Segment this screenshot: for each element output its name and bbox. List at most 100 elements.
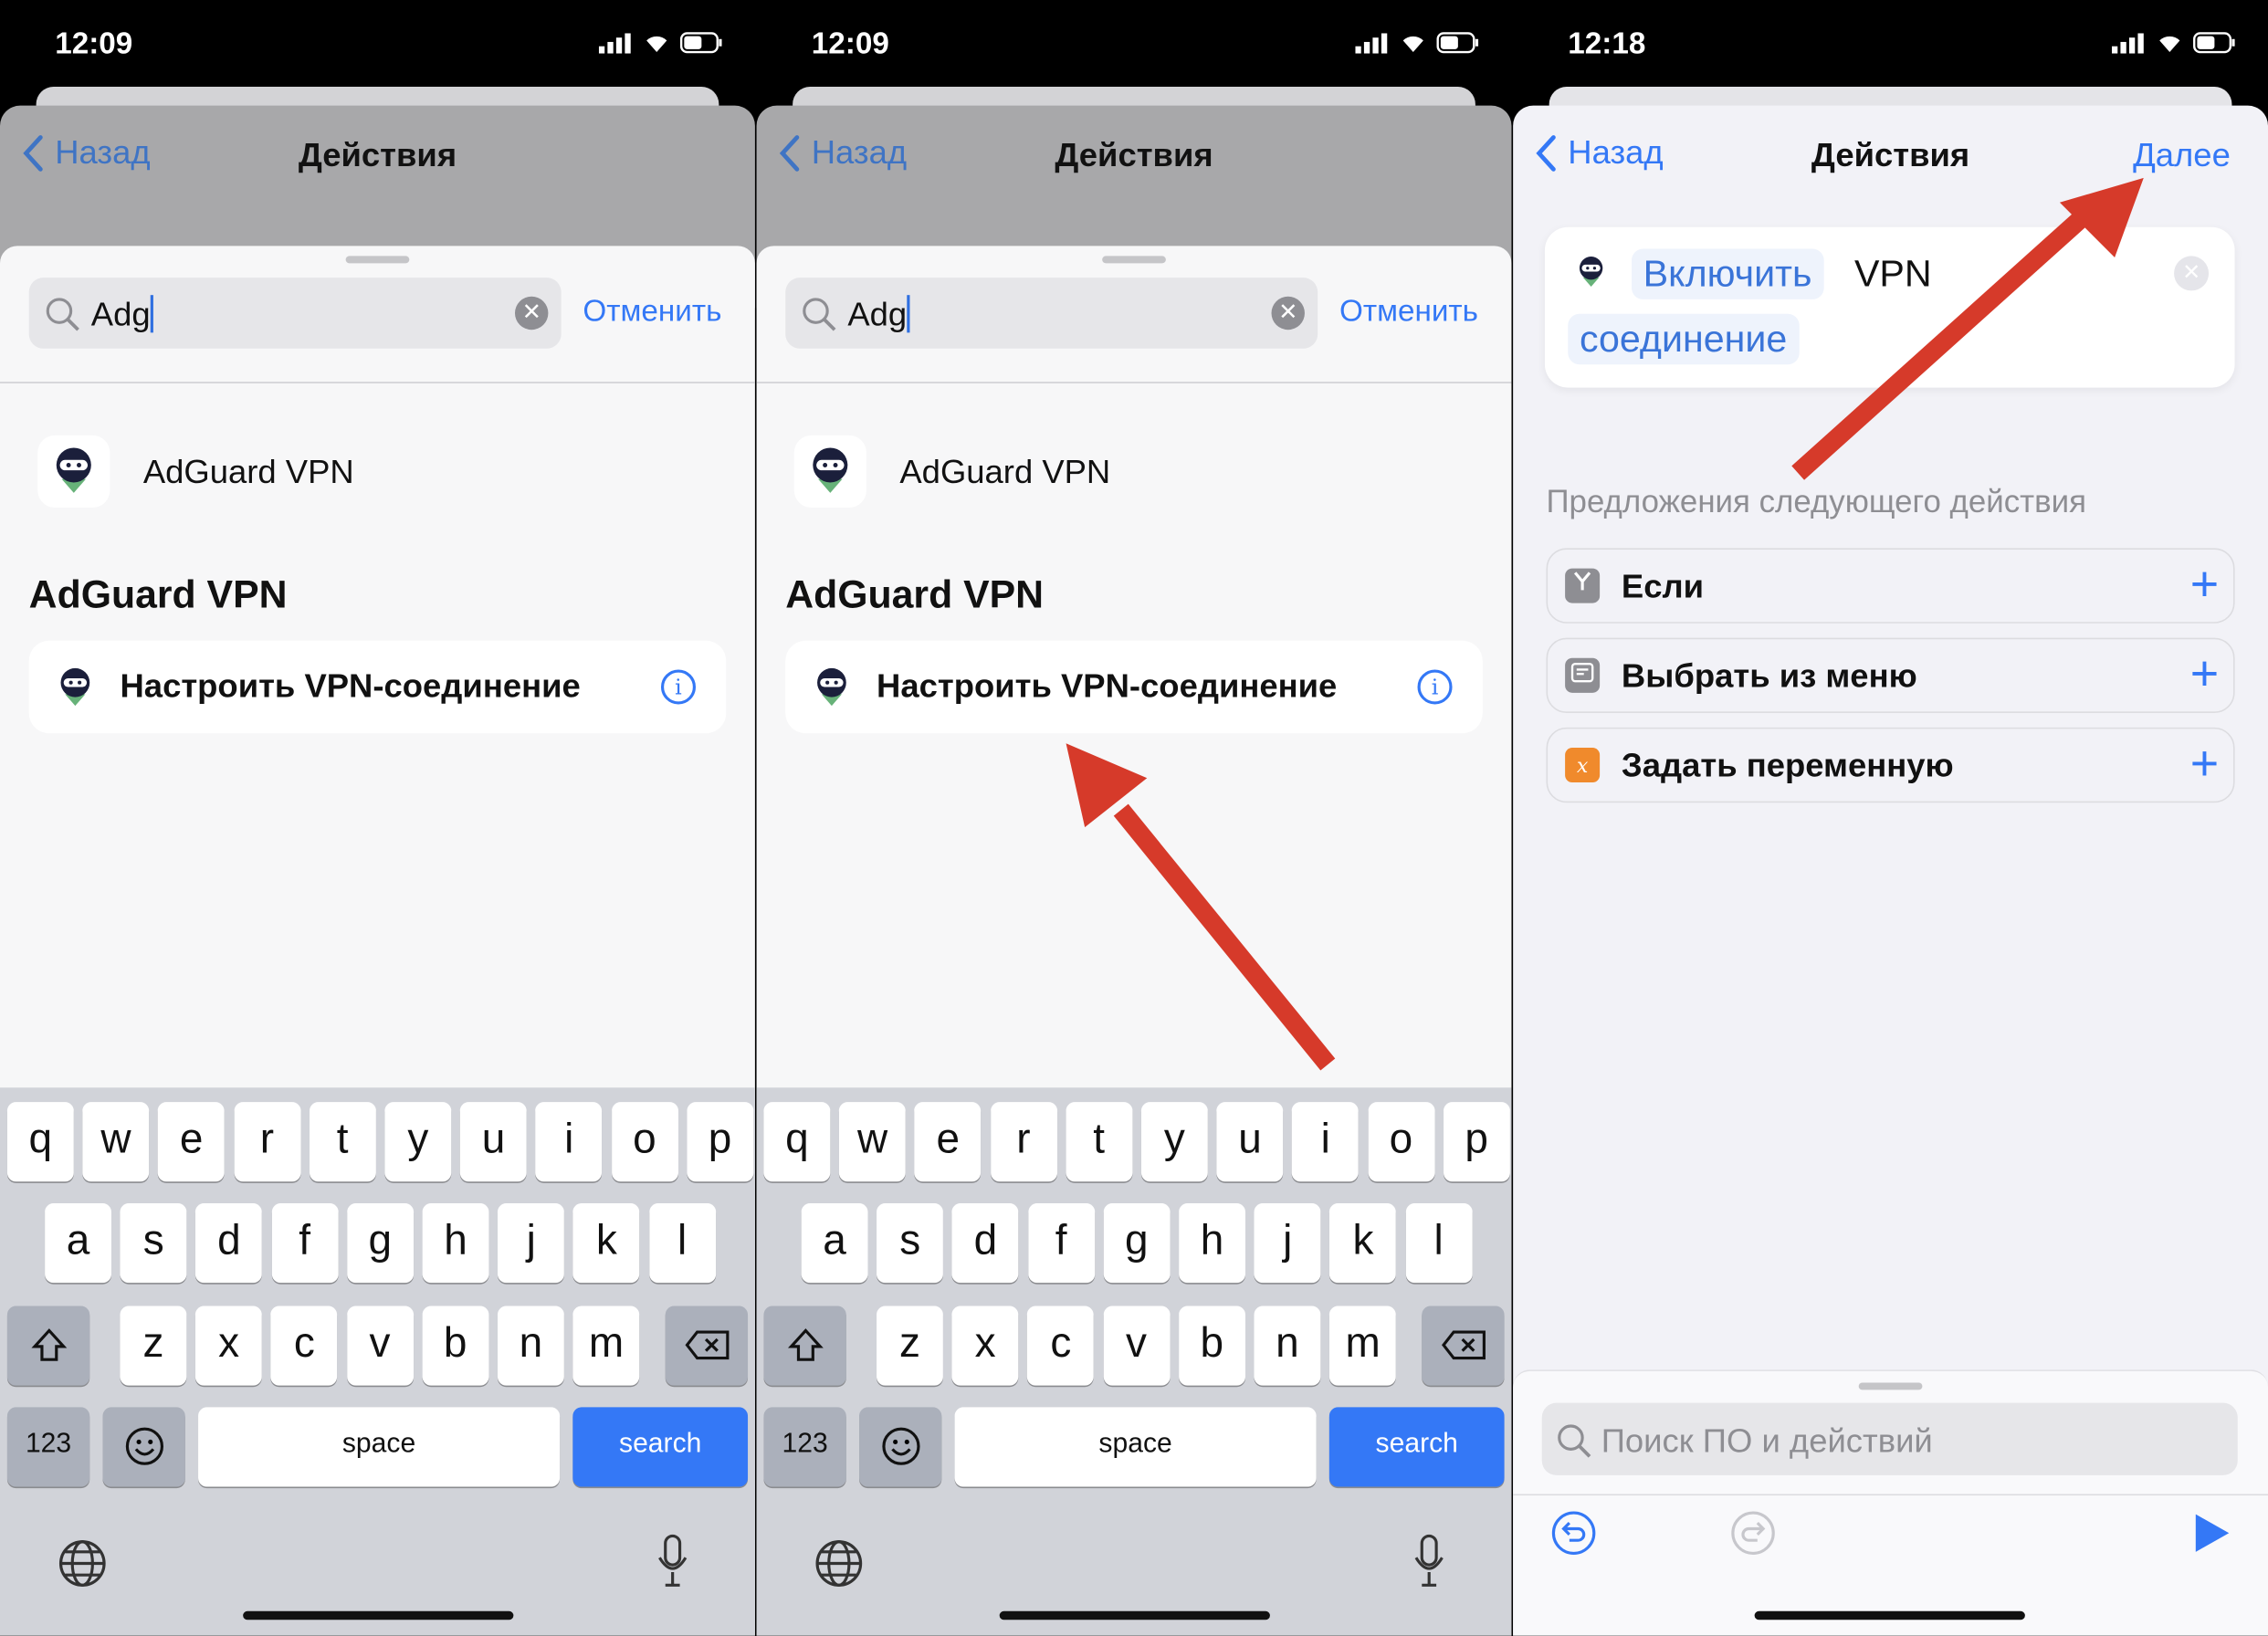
key-e[interactable]: e xyxy=(914,1102,982,1182)
add-icon[interactable]: + xyxy=(2190,555,2219,613)
key-k[interactable]: k xyxy=(1329,1203,1397,1284)
globe-icon[interactable] xyxy=(814,1539,864,1589)
key-k[interactable]: k xyxy=(572,1203,640,1284)
key-b[interactable]: b xyxy=(422,1306,489,1386)
key-r[interactable]: r xyxy=(233,1102,300,1182)
space-key[interactable]: space xyxy=(198,1407,561,1487)
key-p[interactable]: p xyxy=(1443,1102,1510,1182)
action-result[interactable]: Настроить VPN-соединение i xyxy=(785,640,1483,734)
microphone-icon[interactable] xyxy=(1412,1533,1446,1590)
key-h[interactable]: h xyxy=(1179,1203,1245,1284)
key-s[interactable]: s xyxy=(120,1203,187,1284)
suggestion-row[interactable]: Если + xyxy=(1546,548,2235,624)
suggestion-row[interactable]: Выбрать из меню + xyxy=(1546,637,2235,714)
key-p[interactable]: p xyxy=(687,1102,754,1182)
sheet-grabber[interactable] xyxy=(1858,1382,1923,1390)
add-icon[interactable]: + xyxy=(2190,735,2219,792)
key-l[interactable]: l xyxy=(1405,1203,1473,1284)
keyboard: q w e r t y u i o p a s d f g h j k l z x c v b n m 123 space search xyxy=(756,1087,1512,1636)
key-r[interactable]: r xyxy=(990,1102,1057,1182)
app-icon[interactable] xyxy=(37,435,110,509)
key-w[interactable]: w xyxy=(82,1102,150,1182)
key-c[interactable]: c xyxy=(1027,1306,1095,1386)
remove-action-button[interactable]: ✕ xyxy=(2174,256,2210,291)
key-q[interactable]: q xyxy=(6,1102,74,1182)
microphone-icon[interactable] xyxy=(656,1533,690,1590)
play-icon[interactable] xyxy=(2193,1513,2231,1553)
space-key[interactable]: space xyxy=(954,1407,1317,1487)
action-verb-token[interactable]: Включить xyxy=(1631,248,1824,299)
sheet-grabber[interactable] xyxy=(345,256,410,264)
key-i[interactable]: i xyxy=(1292,1102,1360,1182)
key-n[interactable]: n xyxy=(497,1306,564,1386)
key-m[interactable]: m xyxy=(572,1306,640,1386)
key-c[interactable]: c xyxy=(270,1306,338,1386)
key-j[interactable]: j xyxy=(498,1203,565,1284)
key-f[interactable]: f xyxy=(271,1203,339,1284)
key-e[interactable]: e xyxy=(158,1102,226,1182)
key-v[interactable]: v xyxy=(346,1306,414,1386)
key-a[interactable]: a xyxy=(801,1203,868,1284)
action-param-token[interactable]: соединение xyxy=(1568,313,1799,365)
key-j[interactable]: j xyxy=(1254,1203,1321,1284)
cancel-button[interactable]: Отменить xyxy=(583,295,721,330)
key-y[interactable]: y xyxy=(384,1102,452,1182)
app-icon[interactable] xyxy=(793,435,866,509)
key-m[interactable]: m xyxy=(1329,1306,1397,1386)
info-icon[interactable]: i xyxy=(1417,669,1453,705)
action-result[interactable]: Настроить VPN-соединение i xyxy=(28,640,727,734)
search-key[interactable]: search xyxy=(572,1407,749,1487)
emoji-key[interactable] xyxy=(859,1407,942,1487)
actions-search-input[interactable]: Поиск ПО и действий xyxy=(1541,1402,2238,1475)
search-input[interactable]: Adg ✕ xyxy=(785,278,1318,349)
key-o[interactable]: o xyxy=(1368,1102,1434,1182)
key-g[interactable]: g xyxy=(1103,1203,1171,1284)
key-i[interactable]: i xyxy=(535,1102,603,1182)
key-z[interactable]: z xyxy=(120,1306,187,1386)
globe-icon[interactable] xyxy=(58,1539,107,1589)
undo-icon[interactable] xyxy=(1550,1510,1597,1557)
next-button[interactable]: Далее xyxy=(2133,136,2231,175)
key-w[interactable]: w xyxy=(839,1102,907,1182)
key-d[interactable]: d xyxy=(195,1203,263,1284)
shift-key[interactable] xyxy=(763,1306,846,1386)
key-h[interactable]: h xyxy=(422,1203,489,1284)
suggestion-row[interactable]: x Задать переменную + xyxy=(1546,727,2235,803)
delete-key[interactable] xyxy=(665,1306,749,1386)
delete-key[interactable] xyxy=(1422,1306,1505,1386)
key-s[interactable]: s xyxy=(877,1203,944,1284)
app-result[interactable]: AdGuard VPN xyxy=(899,453,1110,492)
key-v[interactable]: v xyxy=(1103,1306,1170,1386)
key-a[interactable]: a xyxy=(45,1203,111,1284)
key-g[interactable]: g xyxy=(346,1203,414,1284)
key-f[interactable]: f xyxy=(1027,1203,1095,1284)
key-l[interactable]: l xyxy=(648,1203,716,1284)
key-u[interactable]: u xyxy=(1216,1102,1284,1182)
search-key[interactable]: search xyxy=(1328,1407,1505,1487)
clear-search-button[interactable]: ✕ xyxy=(1271,296,1305,330)
key-d[interactable]: d xyxy=(952,1203,1019,1284)
key-x[interactable]: x xyxy=(951,1306,1019,1386)
key-t[interactable]: t xyxy=(1066,1102,1133,1182)
sheet-grabber[interactable] xyxy=(1102,256,1166,264)
add-icon[interactable]: + xyxy=(2190,645,2219,703)
key-q[interactable]: q xyxy=(763,1102,831,1182)
search-input[interactable]: Adg ✕ xyxy=(28,278,562,349)
info-icon[interactable]: i xyxy=(660,669,697,705)
key-t[interactable]: t xyxy=(309,1102,376,1182)
key-x[interactable]: x xyxy=(195,1306,263,1386)
key-z[interactable]: z xyxy=(877,1306,943,1386)
numbers-key[interactable]: 123 xyxy=(763,1407,846,1487)
clear-search-button[interactable]: ✕ xyxy=(514,296,549,330)
key-o[interactable]: o xyxy=(611,1102,678,1182)
numbers-key[interactable]: 123 xyxy=(6,1407,90,1487)
shift-key[interactable] xyxy=(6,1306,90,1386)
cancel-button[interactable]: Отменить xyxy=(1339,295,1478,330)
redo-icon[interactable] xyxy=(1730,1510,1777,1557)
key-u[interactable]: u xyxy=(460,1102,527,1182)
key-b[interactable]: b xyxy=(1178,1306,1245,1386)
emoji-key[interactable] xyxy=(102,1407,185,1487)
key-n[interactable]: n xyxy=(1254,1306,1321,1386)
key-y[interactable]: y xyxy=(1140,1102,1208,1182)
app-result[interactable]: AdGuard VPN xyxy=(143,453,354,492)
